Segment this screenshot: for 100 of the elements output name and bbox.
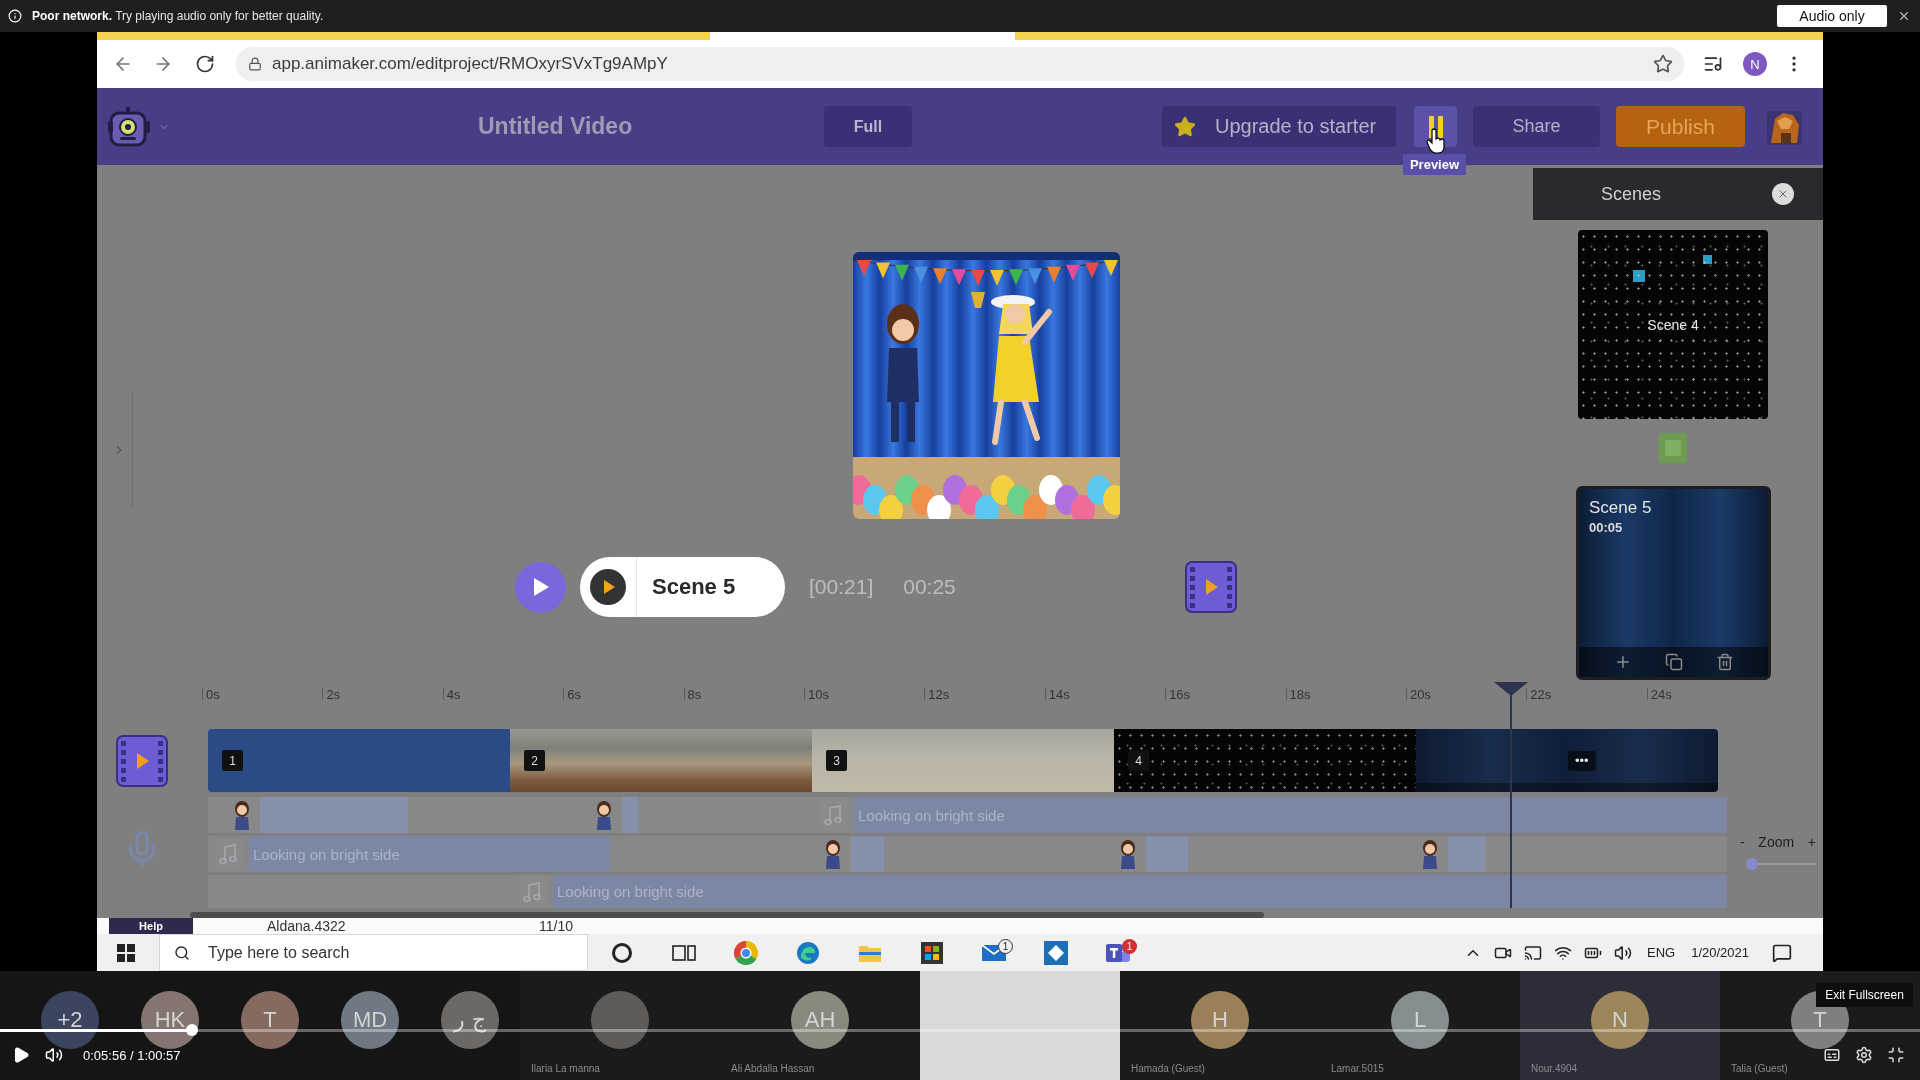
tick-label: 8s <box>687 686 702 702</box>
store-bag-icon[interactable] <box>921 941 943 964</box>
message-count: 11/10 <box>539 918 573 934</box>
info-icon <box>8 9 22 23</box>
character-clip[interactable] <box>1448 836 1485 872</box>
copy-icon[interactable] <box>1664 653 1683 671</box>
date-text[interactable]: 1/20/2021 <box>1691 945 1749 960</box>
full-view-button[interactable]: Full <box>824 106 912 147</box>
participant-tile[interactable]: N Nour.4904 <box>1520 971 1720 1080</box>
clip-number: 3 <box>826 750 847 771</box>
tick-label: 12s <box>928 686 950 702</box>
scene-clip[interactable]: ••• <box>1416 729 1718 792</box>
tick-label: 22s <box>1530 686 1552 702</box>
scene-title: Scene 5 <box>1589 498 1653 518</box>
participant-avatar[interactable]: T <box>241 991 299 1049</box>
scene-clip[interactable]: 4 <box>1114 729 1416 792</box>
participant-avatar: N <box>1591 991 1649 1049</box>
participant-tile[interactable]: Ilaria La manna <box>520 971 720 1080</box>
address-bar[interactable]: app.animaker.com/editproject/RMOxyrSVxTg9AMpY <box>236 47 1684 81</box>
scene-play-button[interactable]: Scene 5 <box>580 557 785 617</box>
share-button[interactable]: Share <box>1473 106 1600 147</box>
scene-clip[interactable]: 2 <box>510 729 812 792</box>
participant-avatar[interactable]: +2 <box>41 991 99 1049</box>
scene-thumbnail[interactable]: Scene 4 <box>1578 230 1768 419</box>
tick-label: 10s <box>807 686 829 702</box>
tick-label: 16s <box>1169 686 1191 702</box>
participant-tile[interactable]: H Hamada (Guest) <box>1120 971 1320 1080</box>
profile-avatar[interactable]: N <box>1743 52 1767 76</box>
film-icon[interactable] <box>116 734 168 787</box>
start-icon[interactable] <box>117 943 135 962</box>
participant-name: Ali Abdalla Hassan <box>731 1063 815 1074</box>
horizontal-scrollbar[interactable] <box>190 912 1264 918</box>
hand-cursor-icon <box>1426 128 1446 154</box>
help-tab[interactable]: Help <box>109 918 193 934</box>
play-button[interactable] <box>12 1046 30 1064</box>
exit-fullscreen-icon[interactable] <box>1887 1046 1905 1064</box>
tick-label: 6s <box>567 686 581 702</box>
task-view-icon[interactable] <box>672 942 696 963</box>
taskbar-search-field[interactable]: Type here to search <box>159 934 588 971</box>
star-icon <box>1174 115 1196 138</box>
playlist-icon[interactable] <box>1703 54 1723 74</box>
language-indicator[interactable]: ENG <box>1647 945 1676 960</box>
bookmark-star-icon[interactable] <box>1653 54 1673 74</box>
participant-tile[interactable]: AH Ali Abdalla Hassan <box>720 971 920 1080</box>
notice-message: Poor network. Try playing audio only for better quality. <box>32 9 324 23</box>
current-time: [00:21] <box>809 575 874 599</box>
participant-avatar: AH <box>791 991 849 1049</box>
close-icon <box>1777 188 1789 200</box>
scene-card[interactable]: Scene 5 00:05 <box>1576 486 1771 680</box>
scenes-title: Scenes <box>1601 183 1662 205</box>
tick-label: 0s <box>206 686 220 702</box>
search-input[interactable]: Type here to search <box>208 940 568 965</box>
film-icon[interactable] <box>1184 561 1237 613</box>
trash-icon[interactable] <box>1715 653 1734 671</box>
scene-duration: 00:05 <box>1589 520 1624 535</box>
participant-tile[interactable]: L Lamar.5015 <box>1320 971 1520 1080</box>
scene-title: Scene 4 <box>1647 316 1699 333</box>
participant-avatar: H <box>1191 991 1249 1049</box>
volume-icon[interactable] <box>1614 943 1632 962</box>
zoom-in-button[interactable]: + <box>1807 834 1816 850</box>
playhead[interactable] <box>1494 682 1528 908</box>
screen-share-icon[interactable] <box>1524 943 1542 962</box>
upgrade-button[interactable]: Upgrade to starter <box>1162 106 1396 147</box>
tick-label: 20s <box>1409 686 1431 702</box>
search-icon <box>174 944 190 961</box>
participant-avatar[interactable]: MD <box>341 991 399 1049</box>
clip-number: 2 <box>524 750 545 771</box>
zoom-out-button[interactable]: - <box>1740 834 1745 850</box>
close-icon[interactable] <box>1897 9 1911 23</box>
clip-number: 1 <box>222 750 243 771</box>
scene-clip[interactable]: 3 <box>812 729 1114 792</box>
tick-label: 18s <box>1289 686 1311 702</box>
volume-icon[interactable] <box>45 1046 63 1064</box>
swirl-icon[interactable] <box>796 940 820 965</box>
scene-clip[interactable]: 1 <box>208 729 510 792</box>
participant-avatar[interactable]: HK <box>141 991 199 1049</box>
close-button[interactable] <box>1772 183 1794 205</box>
notification-icon[interactable] <box>1772 942 1792 963</box>
character-clip[interactable] <box>260 797 408 833</box>
more-button[interactable]: ••• <box>1568 750 1596 771</box>
participant-avatar[interactable]: ج ر <box>441 991 499 1049</box>
diamond-tile-icon[interactable] <box>1044 940 1068 965</box>
captions-icon[interactable] <box>1823 1046 1841 1064</box>
slider-thumb[interactable] <box>1746 858 1758 870</box>
settings-icon[interactable] <box>1855 1046 1873 1064</box>
audio-only-button[interactable]: Audio only <box>1777 5 1887 27</box>
tick-label: 2s <box>326 686 341 702</box>
participant-avatar: L <box>1391 991 1449 1049</box>
video-title: Untitled Video <box>478 113 634 140</box>
lock-icon <box>248 57 262 71</box>
browser-icon[interactable] <box>734 940 758 965</box>
character-icon <box>1118 839 1138 869</box>
character-clip[interactable] <box>851 836 884 872</box>
tick-label: 24s <box>1650 686 1672 702</box>
character-clip[interactable] <box>622 797 638 833</box>
participant-name: Nour.4904 <box>1531 1063 1578 1074</box>
reload-icon[interactable] <box>195 54 215 74</box>
ring-icon[interactable] <box>611 941 633 964</box>
participant-name: Hamada (Guest) <box>1131 1063 1205 1074</box>
character-clip[interactable] <box>1146 836 1188 872</box>
